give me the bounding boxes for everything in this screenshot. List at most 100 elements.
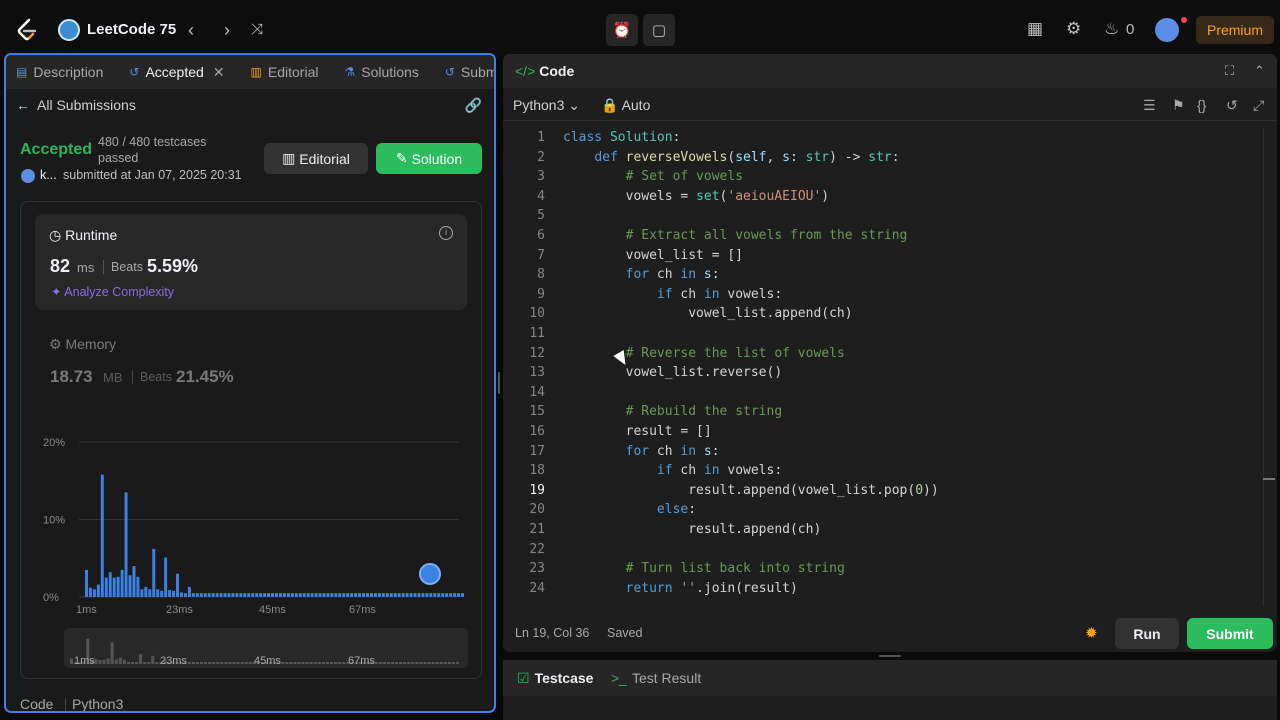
- distribution-bar[interactable]: [172, 590, 176, 597]
- code-line[interactable]: 24 return ''.join(result): [503, 579, 1263, 599]
- distribution-bar[interactable]: [413, 593, 417, 597]
- memory-label[interactable]: ⚙ Memory: [49, 336, 116, 353]
- distribution-bar[interactable]: [322, 593, 326, 597]
- distribution-bar[interactable]: [318, 593, 322, 597]
- distribution-bar[interactable]: [251, 593, 255, 597]
- distribution-bar[interactable]: [259, 593, 263, 597]
- braces-icon[interactable]: {}: [1197, 97, 1206, 113]
- code-line[interactable]: 1 class Solution:: [503, 128, 1263, 148]
- distribution-bar[interactable]: [302, 593, 306, 597]
- distribution-bar[interactable]: [385, 593, 389, 597]
- distribution-bar[interactable]: [278, 593, 282, 597]
- leetcode-logo-icon[interactable]: [14, 17, 40, 43]
- distribution-bar[interactable]: [449, 593, 453, 597]
- distribution-bar[interactable]: [96, 584, 100, 597]
- next-problem-icon[interactable]: ›: [224, 20, 230, 40]
- code-line[interactable]: 22: [503, 540, 1263, 560]
- premium-button[interactable]: Premium: [1196, 16, 1274, 44]
- distribution-bar[interactable]: [92, 589, 96, 597]
- code-line[interactable]: 8 for ch in s:: [503, 265, 1263, 285]
- your-submission-marker[interactable]: [419, 563, 441, 585]
- distribution-bar[interactable]: [377, 593, 381, 597]
- distribution-range-slider[interactable]: 1ms 23ms 45ms 67ms: [64, 628, 468, 668]
- language-select[interactable]: Python3 ⌄: [513, 97, 580, 114]
- tab-testcase[interactable]: ☑ Testcase: [517, 670, 593, 687]
- distribution-bar[interactable]: [445, 593, 449, 597]
- distribution-bar[interactable]: [223, 593, 227, 597]
- distribution-bar[interactable]: [433, 593, 437, 597]
- distribution-bar[interactable]: [203, 593, 207, 597]
- code-line[interactable]: 15 # Rebuild the string: [503, 402, 1263, 422]
- distribution-bar[interactable]: [160, 590, 164, 597]
- distribution-bar[interactable]: [393, 593, 397, 597]
- distribution-bar[interactable]: [219, 593, 223, 597]
- scroll-thumb[interactable]: [1263, 478, 1275, 480]
- distribution-bar[interactable]: [338, 593, 342, 597]
- distribution-bar[interactable]: [453, 593, 457, 597]
- distribution-bar[interactable]: [215, 593, 219, 597]
- distribution-bar[interactable]: [373, 593, 377, 597]
- distribution-bar[interactable]: [243, 593, 247, 597]
- distribution-bar[interactable]: [381, 593, 385, 597]
- tab-description[interactable]: ▤ Description: [16, 64, 103, 80]
- distribution-bar[interactable]: [108, 572, 112, 597]
- distribution-bar[interactable]: [437, 593, 441, 597]
- run-button[interactable]: Run: [1115, 618, 1179, 649]
- code-line[interactable]: 21 result.append(ch): [503, 520, 1263, 540]
- analyze-complexity-link[interactable]: ✦ Analyze Complexity: [51, 284, 174, 299]
- notes-button[interactable]: ▢: [643, 14, 675, 46]
- code-line[interactable]: 9 if ch in vowels:: [503, 285, 1263, 305]
- avatar[interactable]: [1155, 18, 1179, 42]
- tab-editorial[interactable]: ▥ Editorial: [251, 64, 319, 80]
- distribution-bar[interactable]: [104, 577, 108, 597]
- code-line[interactable]: 10 vowel_list.append(ch): [503, 304, 1263, 324]
- link-icon[interactable]: 🔗: [465, 97, 482, 114]
- distribution-bar[interactable]: [227, 593, 231, 597]
- distribution-bar[interactable]: [358, 593, 362, 597]
- timer-button[interactable]: ⏰: [606, 14, 638, 46]
- distribution-bar[interactable]: [164, 557, 168, 597]
- distribution-bar[interactable]: [401, 593, 405, 597]
- distribution-bar[interactable]: [231, 593, 235, 597]
- distribution-bar[interactable]: [366, 593, 369, 597]
- code-line[interactable]: 20 else:: [503, 500, 1263, 520]
- distribution-bar[interactable]: [255, 593, 259, 597]
- distribution-bar[interactable]: [298, 593, 302, 597]
- distribution-bar[interactable]: [457, 593, 461, 597]
- debugger-icon[interactable]: ✹: [1085, 624, 1098, 642]
- distribution-bar[interactable]: [286, 593, 290, 597]
- distribution-bar[interactable]: [195, 593, 199, 597]
- distribution-bar[interactable]: [346, 593, 350, 597]
- tab-accepted[interactable]: ↺ Accepted ✕: [129, 64, 224, 81]
- layout-icon[interactable]: ▦: [1027, 19, 1043, 39]
- distribution-bar[interactable]: [207, 593, 211, 597]
- distribution-bar[interactable]: [168, 590, 172, 597]
- distribution-bar[interactable]: [389, 593, 393, 597]
- editor-scrollbar[interactable]: [1263, 128, 1277, 606]
- info-icon[interactable]: i: [439, 226, 453, 240]
- tab-solutions[interactable]: ⚗ Solutions: [344, 64, 418, 80]
- distribution-bar[interactable]: [417, 593, 421, 597]
- code-line[interactable]: 18 if ch in vowels:: [503, 461, 1263, 481]
- distribution-bar[interactable]: [239, 593, 243, 597]
- distribution-bar[interactable]: [314, 593, 318, 597]
- distribution-bar[interactable]: [116, 576, 120, 597]
- distribution-bar[interactable]: [183, 593, 187, 597]
- distribution-bar[interactable]: [120, 569, 124, 597]
- problem-list-title[interactable]: LeetCode 75: [87, 21, 176, 38]
- distribution-bar[interactable]: [267, 593, 271, 597]
- distribution-bar[interactable]: [310, 593, 314, 597]
- code-line[interactable]: 6 # Extract all vowels from the string: [503, 226, 1263, 246]
- fire-icon[interactable]: ♨: [1104, 19, 1119, 39]
- distribution-bar[interactable]: [191, 593, 195, 597]
- distribution-bar[interactable]: [235, 593, 239, 597]
- distribution-bar[interactable]: [187, 586, 191, 597]
- gear-icon[interactable]: ⚙: [1066, 19, 1081, 39]
- distribution-bar[interactable]: [290, 593, 294, 597]
- code-line[interactable]: 2 def reverseVowels(self, s: str) -> str…: [503, 148, 1263, 168]
- close-icon[interactable]: ✕: [213, 64, 225, 81]
- distribution-bar[interactable]: [128, 575, 132, 597]
- runtime-distribution-chart[interactable]: 20% 10% 0% 1ms 23ms 45ms 67ms: [21, 427, 481, 617]
- distribution-bar[interactable]: [88, 587, 92, 597]
- distribution-bar[interactable]: [397, 593, 401, 597]
